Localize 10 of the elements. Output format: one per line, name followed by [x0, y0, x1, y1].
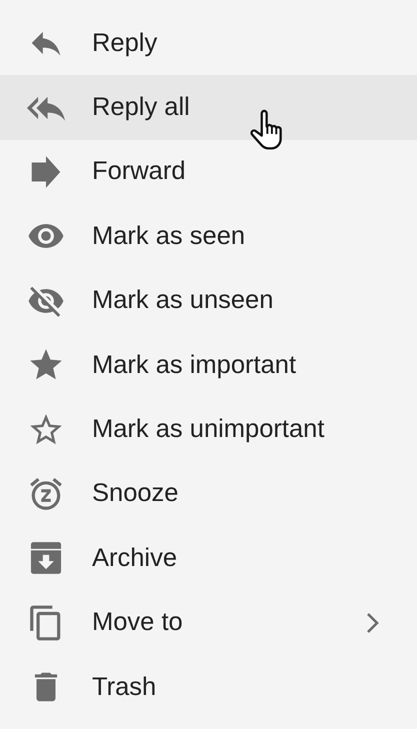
menu-item[interactable]: Reply	[0, 11, 417, 76]
menu-item[interactable]: Move to	[0, 590, 417, 655]
menu-item[interactable]: Mark as unseen	[0, 268, 417, 333]
menu-item[interactable]: Snooze	[0, 462, 417, 526]
menu-item[interactable]: Archive	[0, 526, 417, 591]
menu-item[interactable]: Mark as unimportant	[0, 397, 417, 462]
menu-item[interactable]: Mark as seen	[0, 204, 417, 269]
menu-item[interactable]: Mark as important	[0, 332, 417, 398]
menu-item[interactable]: Trash	[0, 654, 417, 720]
menu-item[interactable]: Forward	[0, 140, 417, 204]
